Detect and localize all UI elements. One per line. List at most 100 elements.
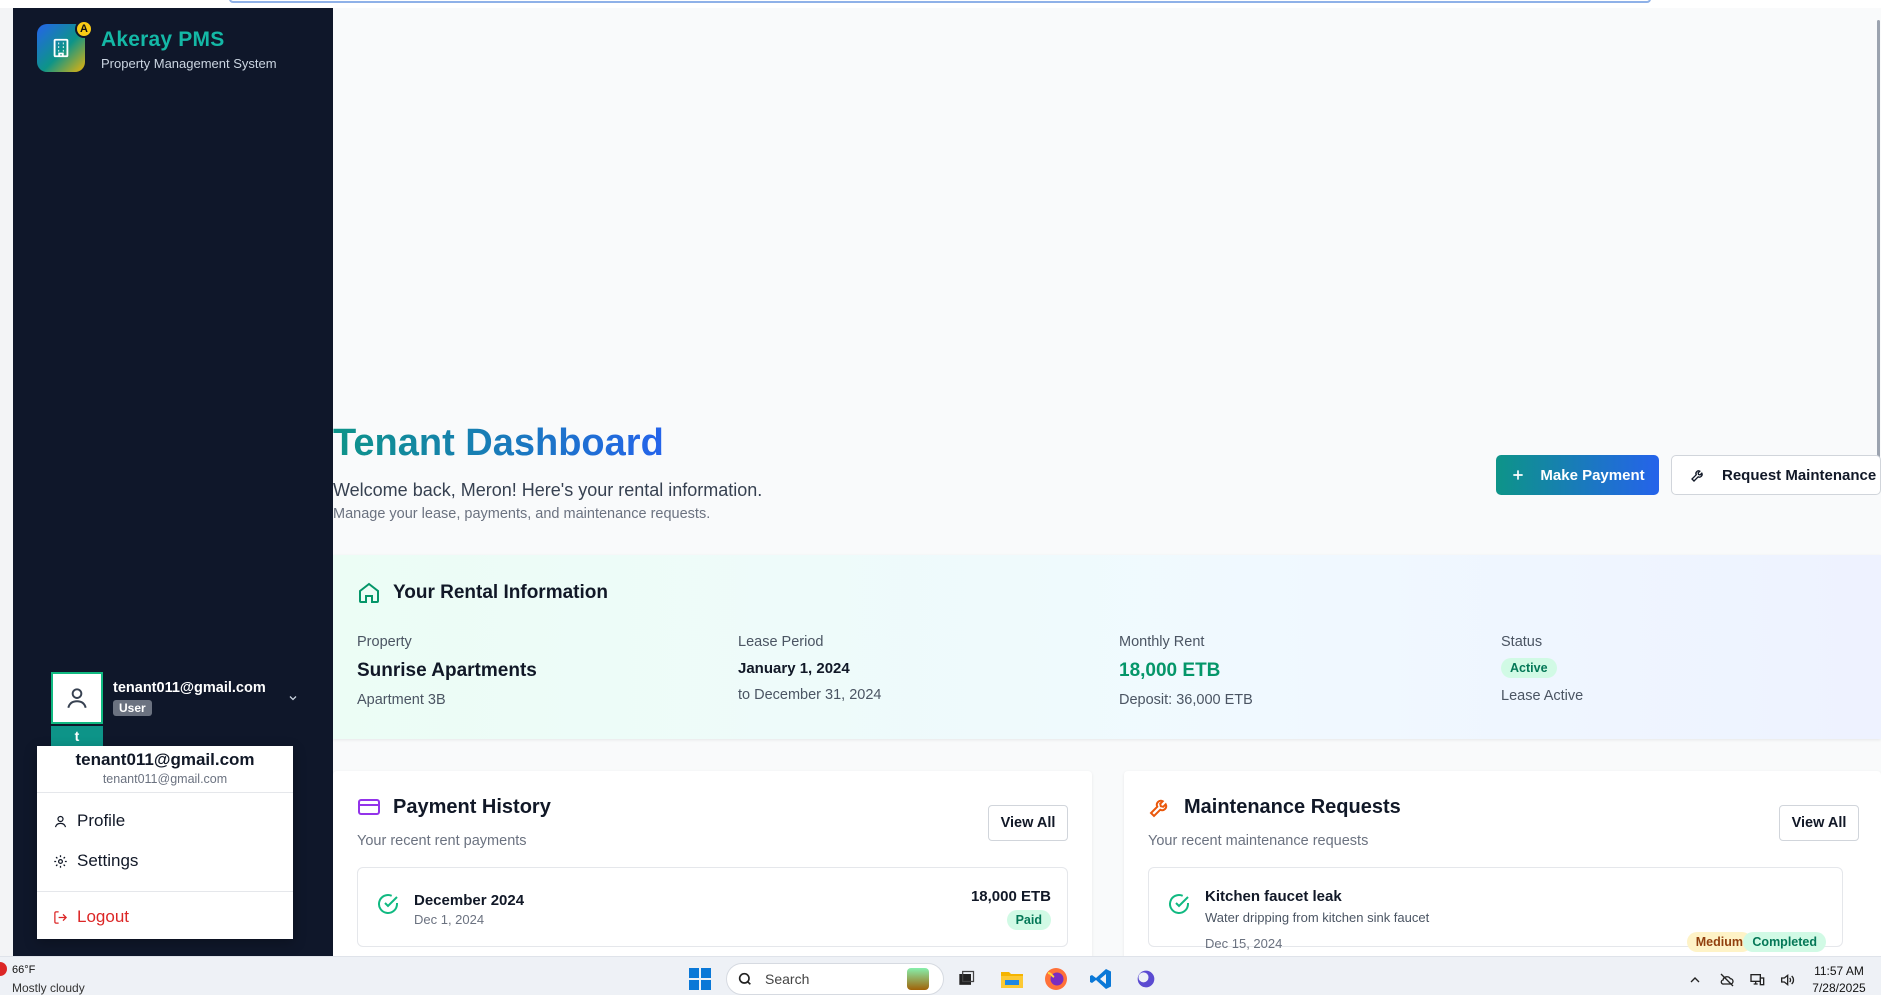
menu-item-label: Profile [77, 811, 126, 830]
cloud-offline-icon[interactable] [1718, 972, 1736, 988]
credit-card-icon [358, 799, 380, 815]
make-payment-button[interactable]: Make Payment [1496, 455, 1659, 495]
rent-value: 18,000 ETB [1119, 660, 1221, 681]
lease-label: Lease Period [738, 634, 824, 650]
user-icon [54, 815, 67, 827]
maintenance-view-all-button[interactable]: View All [1779, 805, 1859, 841]
maintenance-subtitle: Your recent maintenance requests [1148, 833, 1369, 849]
gear-icon [54, 854, 67, 868]
logout-label: Logout [77, 907, 129, 926]
list-item[interactable]: Kitchen faucet leak Water dripping from … [1148, 867, 1843, 952]
rent-column: Monthly Rent 18,000 ETB Deposit: 36,000 … [1119, 634, 1253, 708]
maintenance-title: Maintenance Requests [1184, 795, 1401, 818]
windows-start-icon[interactable] [689, 968, 711, 990]
user-menu-name: tenant011@gmail.com [75, 750, 255, 769]
maintenance-requests-card: Maintenance Requests Your recent mainten… [1124, 771, 1881, 961]
lease-end: to December 31, 2024 [738, 687, 882, 703]
weather-description[interactable]: Mostly cloudy [12, 981, 85, 995]
chevron-down-icon[interactable] [287, 692, 299, 704]
menu-item-profile[interactable]: Profile [37, 806, 293, 836]
user-menu-email: tenant011@gmail.com [102, 772, 228, 786]
chevron-up-icon[interactable] [1686, 972, 1704, 988]
left-edge [0, 8, 13, 956]
payment-month: December 2024 [414, 892, 525, 909]
lease-status-text: Lease Active [1501, 688, 1584, 704]
taskbar-search[interactable]: Search [726, 963, 944, 995]
property-value: Sunrise Apartments [357, 660, 537, 681]
priority-badge: Medium [1686, 932, 1752, 952]
building-icon [53, 38, 69, 58]
avatar-letter: t [51, 726, 103, 746]
status-badge: Active [1501, 658, 1557, 678]
payment-history-title: Payment History [393, 795, 551, 818]
clock-date[interactable]: 7/28/2025 [1808, 981, 1870, 995]
network-icon[interactable] [1748, 972, 1766, 988]
property-label: Property [357, 634, 412, 650]
payments-view-all-button[interactable]: View All [988, 805, 1068, 841]
page-title: Tenant Dashboard [333, 422, 664, 464]
user-card[interactable]: t tenant011@gmail.com User [51, 672, 311, 746]
payment-history-subtitle: Your recent rent payments [357, 833, 527, 849]
request-description: Water dripping from kitchen sink faucet [1205, 910, 1430, 925]
deposit-value: Deposit: 36,000 ETB [1119, 692, 1253, 708]
task-view-icon[interactable] [953, 966, 979, 992]
search-icon [738, 972, 751, 985]
property-unit: Apartment 3B [357, 692, 446, 708]
plus-icon [1513, 470, 1524, 480]
search-placeholder: Search [765, 971, 810, 987]
request-date: Dec 15, 2024 [1205, 936, 1283, 951]
search-highlight-icon [907, 968, 929, 990]
page-subtitle: Manage your lease, payments, and mainten… [333, 506, 711, 522]
user-menu: tenant011@gmail.com tenant011@gmail.com … [37, 746, 293, 939]
rent-label: Monthly Rent [1119, 634, 1205, 650]
scrollbar[interactable] [1877, 20, 1880, 470]
status-column: Status Active Lease Active [1501, 634, 1583, 704]
role-badge: User [113, 700, 152, 716]
address-bar[interactable] [229, 0, 1651, 3]
file-explorer-icon[interactable] [999, 966, 1025, 992]
menu-item-label: Settings [77, 851, 139, 870]
logout-icon [54, 910, 68, 924]
user-icon [67, 688, 87, 709]
list-item[interactable]: December 2024 Dec 1, 2024 18,000 ETB Pai… [357, 867, 1068, 947]
payment-date: Dec 1, 2024 [414, 912, 485, 927]
menu-item-settings[interactable]: Settings [37, 846, 293, 876]
rental-info-card: Your Rental Information Property Sunrise… [333, 555, 1881, 739]
volume-icon[interactable] [1778, 972, 1796, 988]
wrench-icon [1691, 470, 1703, 482]
welcome-text: Welcome back, Meron! Here's your rental … [333, 480, 763, 500]
user-email: tenant011@gmail.com [113, 680, 266, 696]
make-payment-label: Make Payment [1540, 466, 1645, 484]
maintenance-header: Maintenance Requests [1148, 795, 1401, 819]
divider [37, 891, 293, 892]
payment-amount: 18,000 ETB [970, 888, 1051, 905]
payment-history-header: Payment History [357, 795, 551, 819]
status-badge: Completed [1743, 932, 1826, 952]
status-label: Status [1501, 634, 1543, 650]
brand-subtitle: Property Management System [101, 56, 277, 71]
divider [37, 792, 293, 793]
firefox-icon[interactable] [1043, 966, 1069, 992]
vscode-icon[interactable] [1088, 966, 1114, 992]
clock-time[interactable]: 11:57 AM [1808, 964, 1870, 978]
check-circle-icon [378, 894, 398, 914]
wrench-icon [1149, 799, 1168, 818]
payment-history-card: Payment History Your recent rent payment… [333, 771, 1092, 961]
lease-start: January 1, 2024 [738, 660, 850, 677]
check-circle-icon [1169, 894, 1189, 914]
weather-temperature[interactable]: 66°F [12, 964, 35, 976]
status-badge: Paid [1006, 910, 1051, 930]
request-maintenance-label: Request Maintenance [1722, 466, 1877, 484]
logout-button[interactable]: Logout [37, 902, 293, 932]
browser-top-strip [0, 0, 1881, 8]
brand-name: Akeray PMS [101, 28, 225, 51]
request-title: Kitchen faucet leak [1205, 888, 1342, 905]
home-icon [359, 582, 379, 603]
avatar[interactable] [51, 672, 103, 724]
property-column: Property Sunrise Apartments Apartment 3B [357, 634, 537, 708]
brand-badge: A [75, 20, 93, 38]
request-maintenance-button[interactable]: Request Maintenance [1671, 455, 1881, 495]
lease-column: Lease Period January 1, 2024 to December… [738, 634, 881, 703]
rental-title: Your Rental Information [393, 582, 608, 603]
app-icon[interactable] [1133, 966, 1159, 992]
